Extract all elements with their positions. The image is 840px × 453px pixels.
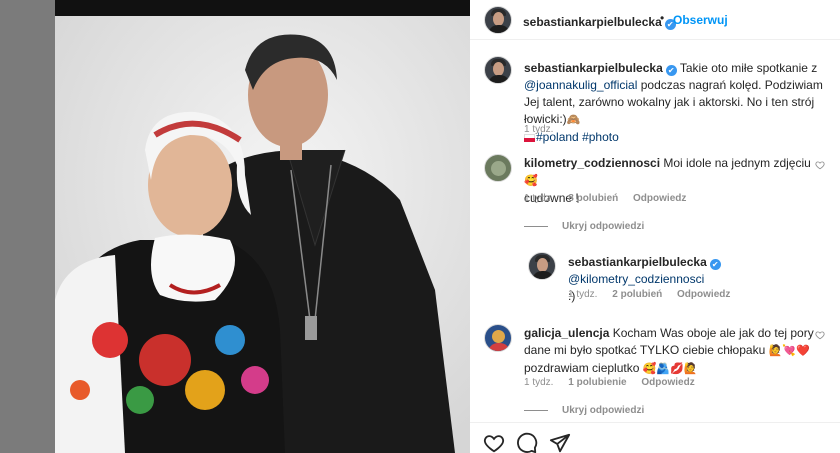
divider-line [524, 409, 548, 411]
hug-emoji: 🥰🫂💋🙋 [642, 363, 698, 375]
hashtag-photo[interactable]: #photo [582, 130, 619, 144]
comment-1-reply-button[interactable]: Odpowiedz [633, 193, 686, 204]
hide-replies-label: Ukryj odpowiedzi [562, 405, 645, 416]
comment-1-text: Moi idole na jednym zdjęciu [663, 156, 811, 170]
paper-plane-icon[interactable] [549, 432, 571, 453]
post-photo[interactable] [55, 0, 470, 453]
post-actions-bar [470, 422, 840, 453]
verified-badge-icon: ✔ [665, 65, 677, 76]
comment-1-time[interactable]: 1 tydz. [524, 193, 553, 204]
comment-2-time[interactable]: 1 tydz. [524, 377, 553, 388]
comment-like-heart-icon[interactable] [815, 160, 825, 170]
post-header: sebastiankarpielbulecka ✔ • Obserwuj [470, 0, 840, 40]
smiling-hearts-emoji: 🥰 [524, 175, 538, 187]
reply-reply-button[interactable]: Odpowiedz [677, 289, 730, 300]
hide-replies-button[interactable]: Ukryj odpowiedzi [524, 221, 644, 232]
author-username-row: sebastiankarpielbulecka ✔ [523, 13, 676, 31]
comment-avatar[interactable] [484, 154, 512, 182]
photo-illustration [55, 0, 470, 453]
comment-2-username[interactable]: galicja_ulencja [524, 326, 609, 340]
hide-replies-button[interactable]: Ukryj odpowiedzi [524, 405, 644, 416]
comment-1-meta: 1 tydz. 8 polubień Odpowiedz [524, 193, 698, 204]
comment-like-heart-icon[interactable] [815, 330, 825, 340]
reply-avatar[interactable] [528, 252, 556, 280]
reply-meta: 1 tydz. 2 polubień Odpowiedz [568, 289, 742, 300]
comment-2-likes[interactable]: 1 polubienie [568, 377, 626, 388]
caption-username[interactable]: sebastiankarpielbulecka [524, 61, 663, 75]
reply-mention-link[interactable]: @kilometry_codziennosci [568, 272, 704, 286]
caption-text-1: Takie oto miłe spotkanie z [679, 61, 818, 75]
reply-time[interactable]: 1 tydz. [568, 289, 597, 300]
caption: sebastiankarpielbulecka ✔ Takie oto miłe … [524, 60, 834, 146]
follow-button[interactable]: Obserwuj [673, 13, 728, 27]
reply-username[interactable]: sebastiankarpielbulecka [568, 255, 707, 269]
hearts-emoji: 🙋💘❤️ [768, 345, 810, 357]
comments-panel: sebastiankarpielbulecka ✔ • Obserwuj seba… [470, 0, 840, 453]
reply-likes[interactable]: 2 polubień [612, 289, 662, 300]
hide-replies-label: Ukryj odpowiedzi [562, 221, 645, 232]
author-avatar[interactable] [484, 6, 512, 34]
heart-icon[interactable] [483, 432, 505, 453]
comment-2-reply-button[interactable]: Odpowiedz [641, 377, 694, 388]
comment-2-meta: 1 tydz. 1 polubienie Odpowiedz [524, 377, 707, 388]
divider-line [524, 225, 548, 227]
background-gutter [0, 0, 55, 453]
comment-2-text-after: pozdrawiam cieplutko [524, 361, 640, 375]
comment-avatar[interactable] [484, 324, 512, 352]
comment-2: galicja_ulencja Kocham Was oboje ale jak… [524, 325, 814, 378]
monkey-emoji: 🙈 [566, 114, 581, 126]
caption-meta: 1 tydz. [524, 124, 565, 135]
poland-flag-icon [524, 134, 535, 142]
separator-dot: • [660, 11, 665, 25]
comment-1-likes[interactable]: 8 polubień [568, 193, 618, 204]
comment-1-username[interactable]: kilometry_codziennosci [524, 156, 660, 170]
caption-time[interactable]: 1 tydz. [524, 124, 553, 135]
comment-icon[interactable] [516, 432, 538, 453]
author-username[interactable]: sebastiankarpielbulecka [523, 15, 662, 29]
caption-avatar[interactable] [484, 56, 512, 84]
verified-badge-icon: ✔ [709, 259, 721, 270]
mention-link[interactable]: @joannakulig_official [524, 78, 637, 92]
